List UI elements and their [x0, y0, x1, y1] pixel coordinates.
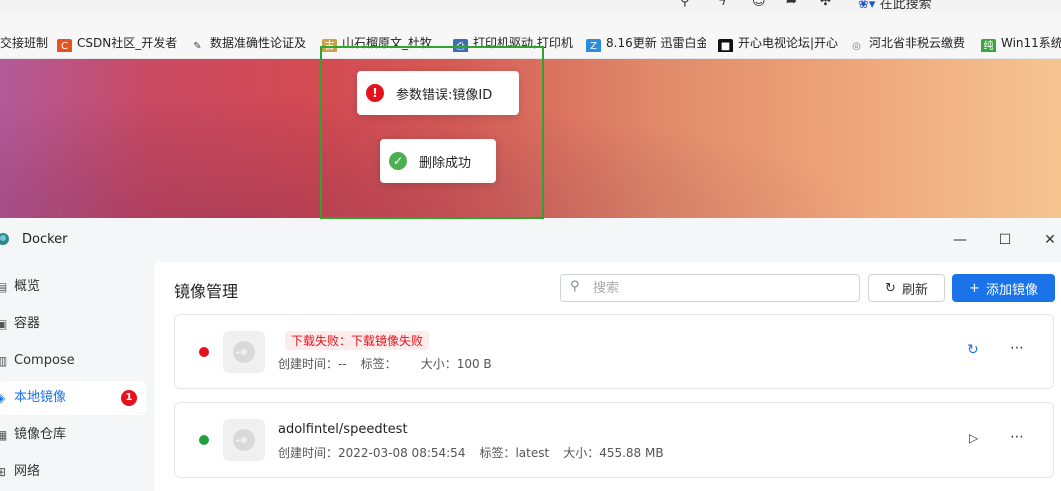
minimize-button[interactable]: — — [950, 230, 970, 250]
image-meta: 创建时间：-- 标签： 大小：100 B — [278, 357, 492, 371]
image-name: adolfintel/speedtest — [278, 422, 408, 437]
chun-icon: 纯 — [981, 39, 996, 52]
sidebar: ▤ 概览 ▣ 容器 ▥ Compose ◈ 本地镜像 1 ▦ 镜像仓库 ⊞ 网络 — [0, 262, 153, 491]
search-icon: ⚲ — [570, 279, 580, 294]
bookmark-item[interactable]: ◎ 河北省非税云缴费 — [849, 34, 969, 52]
tv-icon: ■ — [718, 39, 733, 52]
browser-toolbar: ⚲ ϟ ☺ ➦ ✣ ❀▾ 在此搜索 — [0, 0, 1061, 12]
sidebar-item-overview[interactable]: ▤ 概览 — [0, 270, 146, 304]
browser-chrome — [0, 12, 1061, 26]
status-dot — [199, 435, 209, 445]
plus-icon: + — [969, 280, 980, 296]
compose-icon: ▥ — [0, 354, 8, 368]
csdn-icon: C — [57, 39, 72, 52]
z-icon: Z — [586, 39, 601, 52]
paw-icon: ❀▾ — [858, 0, 876, 12]
retry-icon[interactable]: ↻ — [967, 342, 979, 358]
bookmark-item[interactable]: 纯 Win11系统 — [981, 34, 1061, 52]
browser-search[interactable]: ❀▾ 在此搜索 — [858, 0, 932, 12]
status-dot — [199, 347, 209, 357]
window-title: Docker — [22, 232, 68, 247]
sidebar-item-registry[interactable]: ▦ 镜像仓库 — [0, 418, 146, 452]
notification-badge: 1 — [121, 390, 137, 406]
bookmark-item[interactable]: 交接班制 — [0, 34, 48, 52]
add-image-button[interactable]: + 添加镜像 — [952, 274, 1055, 302]
sidebar-item-local-images[interactable]: ◈ 本地镜像 1 — [0, 381, 146, 415]
disk-icon — [223, 419, 265, 461]
network-icon: ⊞ — [0, 465, 7, 479]
container-icon: ▣ — [0, 317, 8, 331]
main-panel: 镜像管理 ⚲ ↻ 刷新 + 添加镜像 下载失败：下载镜像失败 创建时间：--标签… — [154, 262, 1061, 491]
feather-icon: ✎ — [193, 41, 202, 52]
bookmark-item[interactable]: Z 8.16更新 迅雷白金 — [586, 34, 706, 52]
search-field[interactable]: ⚲ — [560, 274, 860, 302]
docker-window: Docker — ☐ ✕ ▤ 概览 ▣ 容器 ▥ Compose ◈ 本地镜像 … — [0, 218, 1061, 491]
image-card: adolfintel/speedtest 创建时间：2022-03-08 08:… — [174, 402, 1054, 478]
image-icon: ◈ — [0, 391, 6, 405]
extension-icon[interactable]: ✣ — [820, 0, 831, 9]
annotation-highlight-box — [320, 46, 544, 219]
share-icon[interactable]: ➦ — [786, 0, 797, 9]
search-input[interactable] — [591, 278, 845, 298]
page-title: 镜像管理 — [174, 282, 239, 301]
bookmark-item[interactable]: C CSDN社区_开发者 — [57, 34, 177, 52]
face-icon[interactable]: ☺ — [752, 0, 766, 9]
refresh-icon: ↻ — [885, 280, 896, 296]
lightning-icon[interactable]: ϟ — [718, 0, 727, 9]
image-card: 下载失败：下载镜像失败 创建时间：-- 标签： 大小：100 B ↻ ⋯ — [174, 314, 1054, 389]
disk-icon — [223, 331, 265, 373]
close-button[interactable]: ✕ — [1040, 230, 1060, 250]
maximize-button[interactable]: ☐ — [995, 230, 1015, 250]
bookmark-item[interactable]: ■ 开心电视论坛|开心 — [718, 34, 838, 52]
more-icon[interactable]: ⋯ — [1010, 429, 1024, 445]
error-badge: 下载失败：下载镜像失败 — [285, 331, 430, 350]
window-titlebar: Docker — ☐ ✕ — [0, 218, 1061, 262]
overview-icon: ▤ — [0, 280, 8, 294]
refresh-button[interactable]: ↻ 刷新 — [868, 274, 945, 302]
registry-icon: ▦ — [0, 428, 8, 442]
play-icon[interactable]: ▷ — [969, 431, 978, 445]
sidebar-item-containers[interactable]: ▣ 容器 — [0, 307, 146, 341]
image-meta: 创建时间：2022-03-08 08:54:54 标签：latest 大小：455.… — [278, 446, 664, 460]
docker-logo-icon — [0, 233, 9, 245]
bookmark-item[interactable]: ✎ 数据准确性论证及 — [190, 34, 308, 52]
pin-icon[interactable]: ⚲ — [680, 0, 690, 9]
sidebar-item-compose[interactable]: ▥ Compose — [0, 344, 146, 378]
globe-icon: ◎ — [852, 41, 861, 52]
more-icon[interactable]: ⋯ — [1010, 340, 1024, 356]
sidebar-item-network[interactable]: ⊞ 网络 — [0, 455, 146, 489]
